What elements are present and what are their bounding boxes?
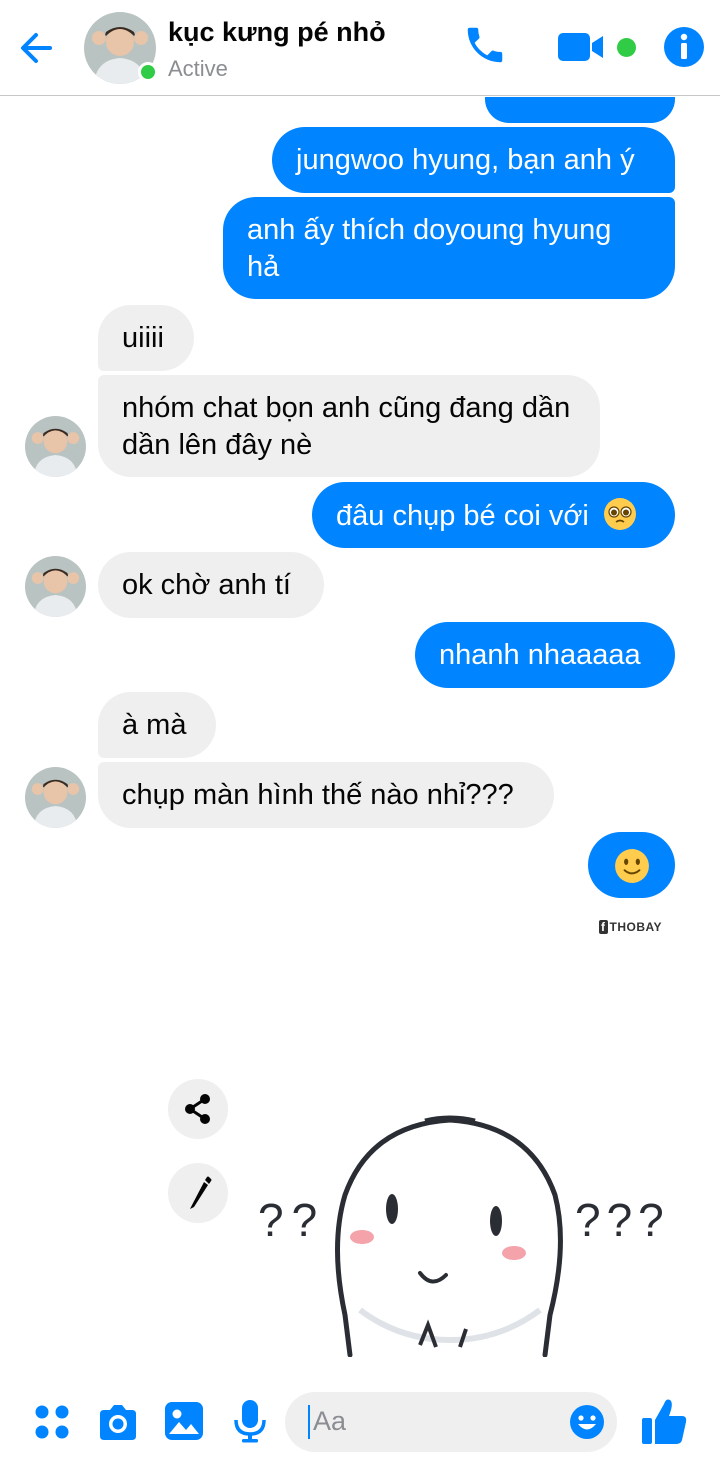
- message-input[interactable]: Aa: [285, 1392, 617, 1452]
- contact-status: Active: [168, 56, 228, 81]
- apps-button[interactable]: [32, 1402, 72, 1447]
- pleading-face-icon: [603, 498, 636, 530]
- apps-icon: [35, 1405, 69, 1439]
- edit-button[interactable]: [168, 1163, 228, 1223]
- emoji-button[interactable]: [569, 1404, 605, 1445]
- info-button[interactable]: [663, 26, 705, 73]
- message-text: à mà: [122, 709, 187, 741]
- avatar-photo: [25, 416, 86, 477]
- active-status-dot: [138, 62, 158, 82]
- message-bubble-outgoing[interactable]: [588, 832, 675, 898]
- emoji-icon: [570, 1405, 604, 1439]
- phone-icon: [467, 27, 503, 63]
- message-text: chụp màn hình thế nào nhỉ???: [122, 779, 514, 811]
- back-button[interactable]: [16, 26, 60, 70]
- back-arrow-icon: [21, 33, 52, 63]
- question-marks-left: ??: [258, 1194, 326, 1246]
- message-text: anh ấy thích doyoung hyung hả: [247, 214, 612, 283]
- message-bubble-outgoing[interactable]: anh ấy thích doyoung hyung hả: [223, 197, 675, 299]
- sender-avatar[interactable]: [25, 416, 86, 477]
- watermark-text: THOBAY: [609, 920, 663, 934]
- previous-message-bubble: [485, 97, 675, 123]
- message-text: uiiii: [122, 322, 164, 354]
- message-input-placeholder: Aa: [313, 1406, 347, 1436]
- voice-call-button[interactable]: [462, 22, 508, 73]
- message-text: nhanh nhaaaaa: [439, 639, 641, 671]
- message-text: nhóm chat bọn anh cũng đang dần dần lên …: [122, 392, 571, 461]
- chat-header: kục kưng pé nhỏ Active: [0, 0, 720, 96]
- sender-avatar[interactable]: [25, 767, 86, 828]
- message-bubble-outgoing[interactable]: nhanh nhaaaaa: [415, 622, 675, 688]
- avatar-photo: [25, 556, 86, 617]
- text-cursor: [308, 1405, 310, 1439]
- message-text: jungwoo hyung, bạn anh ý: [296, 144, 635, 176]
- question-marks-right: ???: [575, 1194, 670, 1246]
- gallery-button[interactable]: [163, 1400, 205, 1447]
- message-text: đâu chụp bé coi với: [336, 500, 589, 532]
- question-sticker[interactable]: ?? ???: [250, 1085, 670, 1358]
- microphone-icon: [234, 1400, 266, 1443]
- message-bubble-incoming[interactable]: ok chờ anh tí: [98, 552, 324, 618]
- message-bubble-outgoing[interactable]: đâu chụp bé coi với: [312, 482, 675, 548]
- share-icon: [185, 1094, 210, 1124]
- camera-icon: [100, 1405, 136, 1440]
- share-button[interactable]: [168, 1079, 228, 1139]
- camera-button[interactable]: [96, 1400, 140, 1449]
- video-active-dot: [617, 38, 636, 57]
- message-text: ok chờ anh tí: [122, 569, 291, 601]
- watermark: f THOBAY: [599, 920, 663, 934]
- contact-name[interactable]: kục kưng pé nhỏ: [168, 17, 386, 48]
- message-bubble-incoming[interactable]: à mà: [98, 692, 216, 758]
- like-button[interactable]: [640, 1396, 688, 1451]
- sender-avatar[interactable]: [25, 556, 86, 617]
- message-bubble-incoming[interactable]: uiiii: [98, 305, 194, 371]
- message-bubble-outgoing[interactable]: jungwoo hyung, bạn anh ý: [272, 127, 675, 193]
- avatar-photo: [25, 767, 86, 828]
- voice-record-button[interactable]: [232, 1398, 268, 1449]
- video-camera-icon: [558, 33, 603, 61]
- message-bubble-incoming[interactable]: chụp màn hình thế nào nhỉ???: [98, 762, 554, 828]
- image-icon: [165, 1402, 203, 1440]
- slightly-smiling-face-icon: [614, 849, 649, 883]
- info-icon: [664, 27, 704, 67]
- message-bubble-incoming[interactable]: nhóm chat bọn anh cũng đang dần dần lên …: [98, 375, 600, 477]
- pencil-icon: [190, 1176, 212, 1209]
- like-icon: [642, 1399, 687, 1444]
- video-call-button[interactable]: [556, 28, 606, 71]
- contact-avatar[interactable]: [84, 12, 158, 84]
